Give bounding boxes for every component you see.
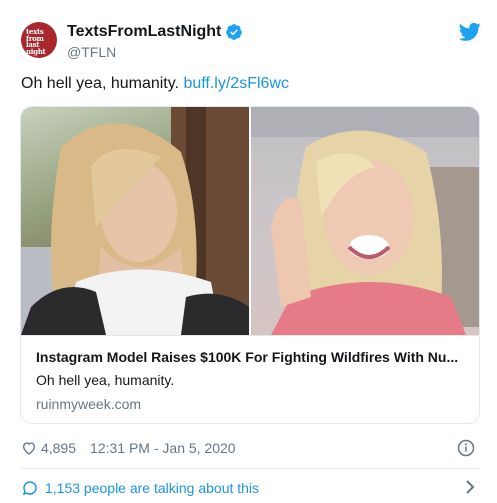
avatar[interactable]: texts from last night — [21, 22, 57, 58]
portrait-photo-left — [21, 107, 249, 335]
tweet-link[interactable]: buff.ly/2sFl6wc — [183, 75, 289, 92]
card-domain: ruinmyweek.com — [36, 396, 142, 412]
verified-badge-icon — [226, 24, 243, 40]
card-image-left — [21, 107, 249, 335]
tweet-timestamp[interactable]: 12:31 PM - Jan 5, 2020 — [90, 440, 236, 456]
likes-count[interactable]: 4,895 — [41, 440, 76, 456]
card-body: Instagram Model Raises $100K For Fightin… — [21, 335, 479, 423]
card-image-right — [251, 107, 479, 335]
handle[interactable]: @TFLN — [67, 44, 116, 60]
tweet-body: Oh hell yea, humanity. — [21, 75, 184, 92]
display-name[interactable]: TextsFromLastNight — [67, 23, 221, 41]
info-icon[interactable] — [457, 439, 475, 457]
embedded-tweet: texts from last night TextsFromLastNight… — [0, 0, 497, 503]
divider — [21, 468, 479, 469]
tweet-header: texts from last night TextsFromLastNight… — [21, 22, 481, 62]
name-row: TextsFromLastNight — [67, 23, 243, 41]
card-description: Oh hell yea, humanity. — [36, 372, 175, 388]
twitter-bird-icon[interactable] — [459, 22, 481, 42]
heart-icon[interactable] — [21, 440, 37, 456]
conversation-link[interactable]: 1,153 people are talking about this — [21, 478, 479, 498]
speech-bubble-icon — [22, 481, 37, 496]
conversation-label[interactable]: 1,153 people are talking about this — [45, 480, 259, 496]
portrait-photo-right — [251, 107, 479, 335]
card-title[interactable]: Instagram Model Raises $100K For Fightin… — [36, 349, 466, 365]
avatar-logo-text: texts from last night — [26, 27, 46, 56]
tweet-meta: 4,895 12:31 PM - Jan 5, 2020 — [21, 438, 479, 458]
card-image-grid — [21, 107, 479, 335]
tweet-text: Oh hell yea, humanity. buff.ly/2sFl6wc — [21, 75, 289, 93]
link-card[interactable]: Instagram Model Raises $100K For Fightin… — [20, 106, 480, 424]
chevron-right-icon[interactable] — [465, 480, 475, 494]
